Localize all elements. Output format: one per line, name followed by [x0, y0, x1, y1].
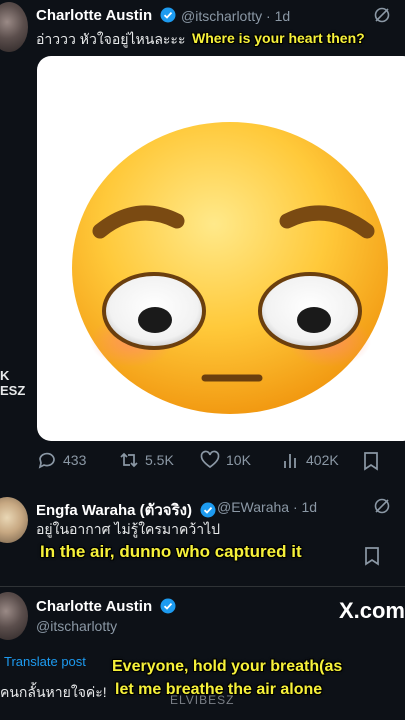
author-handle[interactable]: @EWaraha · 1d — [217, 499, 317, 515]
retweet-button[interactable]: 5.5K — [119, 450, 174, 470]
timestamp[interactable]: · 1d — [293, 499, 317, 515]
author-handle[interactable]: @itscharlotty · 1d — [181, 8, 290, 24]
grok-icon[interactable] — [373, 6, 391, 24]
subtitle-caption: In the air, dunno who captured it — [40, 542, 302, 561]
grok-icon[interactable] — [373, 497, 391, 515]
tweet-text: อ่าววว หัวใจอยู่ไหนละะะ — [36, 31, 186, 47]
reply-icon — [38, 452, 55, 469]
avatar[interactable] — [0, 497, 28, 543]
tweet-text: อยู่ในอากาศ ไม่รู้ใครมาคว้าไป — [36, 521, 221, 537]
author-handle[interactable]: @itscharlotty — [36, 618, 117, 634]
reply-button[interactable]: 433 — [37, 450, 86, 470]
heart-icon — [200, 450, 220, 469]
reply-count: 433 — [63, 452, 87, 468]
tweet-text: คนกลั้นหายใจค่ะ! — [0, 684, 107, 700]
timestamp[interactable]: · 1d — [266, 8, 290, 24]
bookmark-icon[interactable] — [363, 451, 379, 471]
author-name-text[interactable]: Engfa Waraha (ตัวจริง) — [36, 502, 192, 519]
avatar[interactable] — [0, 2, 28, 52]
watermark: ELVIBESZ — [170, 693, 235, 707]
author-name[interactable]: Charlotte Austin — [36, 7, 176, 24]
handle-text[interactable]: @EWaraha — [217, 499, 289, 515]
translate-post-link[interactable]: Translate post — [4, 654, 86, 669]
tweet-actions: 433 5.5K 10K 402K — [37, 450, 405, 472]
flushed-face-emoji-icon — [72, 122, 388, 414]
views-chart-icon — [284, 454, 296, 468]
subtitle-caption-line1: Everyone, hold your breath(as — [112, 658, 343, 675]
avatar[interactable] — [0, 592, 28, 640]
tweet-media-image[interactable] — [37, 56, 405, 441]
views-button[interactable]: 402K — [282, 450, 339, 470]
author-name-text[interactable]: Charlotte Austin — [36, 7, 152, 24]
like-button[interactable]: 10K — [200, 450, 251, 470]
handle-text[interactable]: @itscharlotty — [181, 8, 262, 24]
verified-badge-icon — [200, 502, 216, 518]
subtitle-caption: Where is your heart then? — [192, 30, 365, 46]
verified-badge-icon — [160, 598, 176, 614]
like-count: 10K — [226, 452, 251, 468]
retweet-icon — [120, 452, 138, 468]
retweet-count: 5.5K — [145, 452, 174, 468]
author-name-text[interactable]: Charlotte Austin — [36, 598, 152, 615]
side-cropped-name: K ESZ — [0, 368, 25, 398]
author-name[interactable]: Charlotte Austin — [36, 598, 176, 615]
view-count: 402K — [306, 452, 339, 468]
verified-badge-icon — [160, 7, 176, 23]
side-cropped-line2: ESZ — [0, 383, 26, 398]
bookmark-icon[interactable] — [364, 546, 380, 566]
x-com-logo: X.com — [338, 598, 405, 623]
divider — [0, 586, 405, 587]
side-cropped-line1: K — [0, 368, 10, 383]
